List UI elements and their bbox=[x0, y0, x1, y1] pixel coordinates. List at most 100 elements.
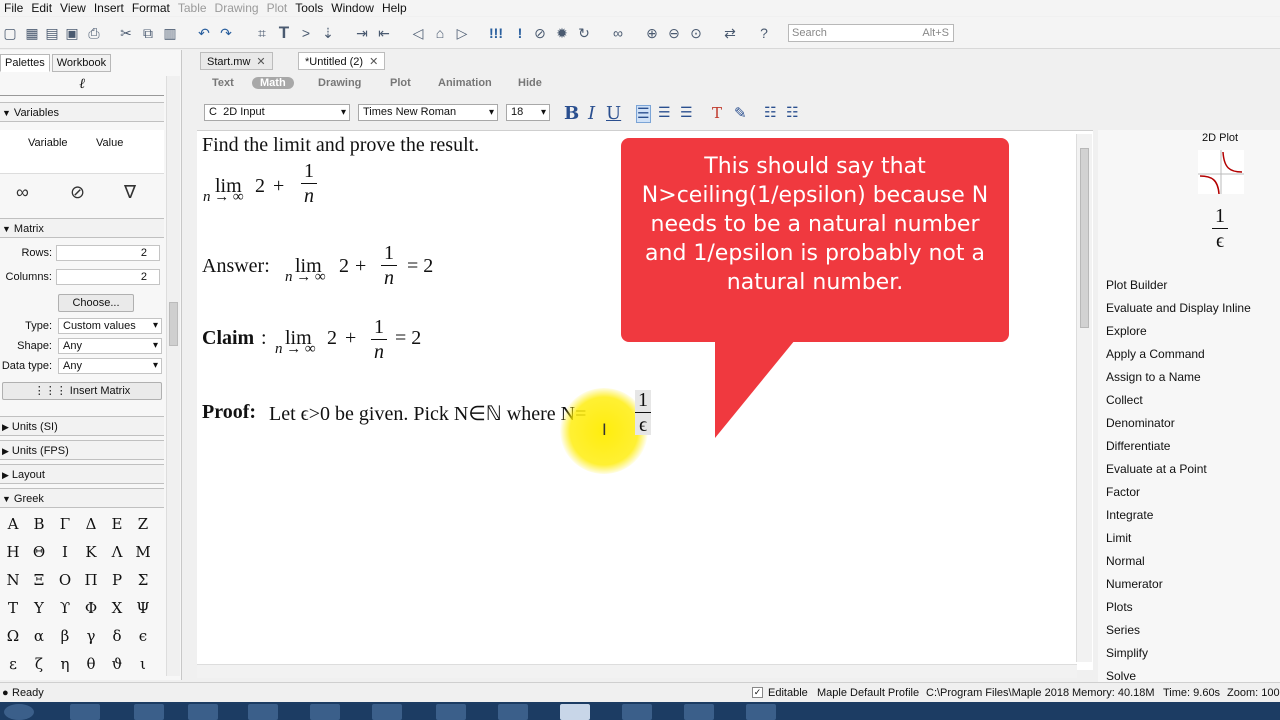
editable-checkbox[interactable]: ✓ bbox=[752, 687, 763, 698]
insert-text-icon[interactable]: T bbox=[276, 24, 292, 41]
greek-symbol-button[interactable]: θ bbox=[78, 655, 104, 673]
taskbar-folder-icon[interactable] bbox=[372, 704, 402, 720]
redo-icon[interactable]: ↷ bbox=[218, 25, 234, 41]
greek-symbol-button[interactable]: α bbox=[26, 627, 52, 645]
taskbar-app-icon[interactable] bbox=[134, 704, 164, 720]
restart-icon[interactable]: ↻ bbox=[576, 25, 592, 41]
context-menu-item[interactable]: Simplify bbox=[1106, 646, 1148, 660]
menu-edit[interactable]: Edit bbox=[27, 0, 56, 16]
greek-symbol-button[interactable]: Ξ bbox=[26, 571, 52, 589]
zoom-in-icon[interactable]: ⊕ bbox=[644, 25, 660, 41]
greek-symbol-button[interactable]: Φ bbox=[78, 599, 104, 617]
palette-header-units-fps[interactable]: ▶ Units (FPS) bbox=[0, 440, 164, 460]
greek-symbol-button[interactable]: Κ bbox=[78, 543, 104, 561]
italic-button[interactable]: I bbox=[588, 103, 595, 124]
fraction-1-over-epsilon[interactable]: 1ϵ bbox=[635, 390, 651, 435]
context-menu-item[interactable]: Assign to a Name bbox=[1106, 370, 1201, 384]
greek-symbol-button[interactable]: ζ bbox=[26, 655, 52, 673]
greek-symbol-button[interactable]: Η bbox=[0, 543, 26, 561]
mode-text[interactable]: Text bbox=[212, 77, 234, 89]
outdent-icon[interactable]: ⇤ bbox=[376, 25, 392, 41]
context-menu-item[interactable]: Normal bbox=[1106, 554, 1145, 568]
context-menu-item[interactable]: Denominator bbox=[1106, 416, 1175, 430]
context-menu-item[interactable]: Plot Builder bbox=[1106, 278, 1167, 292]
greek-symbol-button[interactable]: γ bbox=[78, 627, 104, 645]
context-menu-item[interactable]: Series bbox=[1106, 623, 1140, 637]
execute-all-icon[interactable]: !!! bbox=[488, 25, 504, 41]
back-icon[interactable]: ◁ bbox=[410, 25, 426, 41]
zoom-fit-icon[interactable]: ⊙ bbox=[688, 25, 704, 41]
context-menu-item[interactable]: Evaluate and Display Inline bbox=[1106, 301, 1251, 315]
align-right-icon[interactable]: ☰ bbox=[680, 105, 693, 121]
greek-symbol-button[interactable]: Ο bbox=[52, 571, 78, 589]
start-button-icon[interactable] bbox=[4, 704, 34, 720]
taskbar-ie-icon[interactable] bbox=[436, 704, 466, 720]
highlight-pen-icon[interactable]: ✎ bbox=[734, 104, 747, 122]
copy-icon[interactable]: ⧉ bbox=[140, 25, 156, 41]
infinity-glasses-icon[interactable]: ∞ bbox=[16, 182, 29, 203]
greek-symbol-button[interactable]: ϑ bbox=[104, 655, 130, 673]
context-menu-item[interactable]: Solve bbox=[1106, 669, 1136, 683]
context-menu-item[interactable]: Collect bbox=[1106, 393, 1143, 407]
tab-palettes[interactable]: Palettes bbox=[0, 54, 50, 72]
section-icon[interactable]: ⇣ bbox=[320, 25, 336, 41]
menu-format[interactable]: Format bbox=[128, 0, 174, 16]
greek-symbol-button[interactable]: Ω bbox=[0, 627, 26, 645]
document-scroll-thumb[interactable] bbox=[1080, 148, 1089, 328]
insert-matrix-button[interactable]: ⋮⋮⋮ Insert Matrix bbox=[2, 382, 162, 400]
paste-icon[interactable]: ▥ bbox=[162, 25, 178, 41]
greek-symbol-button[interactable]: Θ bbox=[26, 543, 52, 561]
save-icon[interactable]: ▣ bbox=[64, 25, 80, 41]
context-menu-item[interactable]: Evaluate at a Point bbox=[1106, 462, 1207, 476]
greek-symbol-button[interactable]: Ι bbox=[52, 543, 78, 561]
context-menu-item[interactable]: Integrate bbox=[1106, 508, 1153, 522]
close-icon[interactable]: ✕ bbox=[256, 56, 265, 68]
numbered-list-icon[interactable]: ☷ bbox=[786, 105, 799, 121]
greek-symbol-button[interactable]: Υ bbox=[26, 599, 52, 617]
tab-start-mw[interactable]: Start.mw ✕ bbox=[200, 52, 273, 70]
search-input[interactable]: Search Alt+S bbox=[788, 24, 954, 42]
zoom-out-icon[interactable]: ⊖ bbox=[666, 25, 682, 41]
menu-tools[interactable]: Tools bbox=[291, 0, 327, 16]
context-menu-item[interactable]: Apply a Command bbox=[1106, 347, 1205, 361]
home-icon[interactable]: ⌂ bbox=[432, 25, 448, 41]
bold-button[interactable]: B bbox=[564, 103, 579, 124]
context-menu-item[interactable]: Differentiate bbox=[1106, 439, 1170, 453]
mode-math[interactable]: Math bbox=[252, 77, 294, 89]
script-l-symbol[interactable]: ℓ bbox=[0, 76, 164, 96]
mode-drawing[interactable]: Drawing bbox=[318, 77, 361, 89]
stop-icon[interactable]: ⊘ bbox=[532, 25, 548, 41]
plot-preview-thumbnail[interactable] bbox=[1198, 150, 1244, 194]
mode-plot[interactable]: Plot bbox=[390, 77, 411, 89]
taskbar-app-icon[interactable] bbox=[498, 704, 528, 720]
bullet-list-icon[interactable]: ☷ bbox=[764, 105, 777, 121]
greek-symbol-button[interactable]: Ε bbox=[104, 515, 130, 533]
insert-math-icon[interactable]: ⌗ bbox=[254, 25, 270, 41]
menu-window[interactable]: Window bbox=[327, 0, 378, 16]
cut-icon[interactable]: ✂ bbox=[118, 25, 134, 41]
close-icon[interactable]: ✕ bbox=[369, 56, 378, 68]
datatype-select[interactable]: Any bbox=[58, 358, 162, 374]
undo-icon[interactable]: ↶ bbox=[196, 25, 212, 41]
help-icon[interactable]: ? bbox=[756, 25, 772, 41]
columns-stepper[interactable]: 2 bbox=[56, 269, 160, 285]
greek-symbol-button[interactable]: Γ bbox=[52, 515, 78, 533]
execute-icon[interactable]: ! bbox=[512, 25, 528, 41]
palette-header-variables[interactable]: ▼ Variables bbox=[0, 102, 164, 122]
context-menu-item[interactable]: Plots bbox=[1106, 600, 1133, 614]
greek-symbol-button[interactable]: ι bbox=[130, 655, 156, 673]
greek-symbol-button[interactable]: Π bbox=[78, 571, 104, 589]
mode-hide[interactable]: Hide bbox=[518, 77, 542, 89]
greek-symbol-button[interactable]: ϒ bbox=[52, 599, 78, 617]
rows-stepper[interactable]: 2 bbox=[56, 245, 160, 261]
font-size-select[interactable]: 18 bbox=[506, 104, 550, 121]
font-select[interactable]: Times New Roman bbox=[358, 104, 498, 121]
tab-untitled-2[interactable]: *Untitled (2) ✕ bbox=[298, 52, 386, 70]
link-icon[interactable]: ∞ bbox=[610, 25, 626, 41]
palette-header-greek[interactable]: ▼ Greek bbox=[0, 488, 164, 508]
greek-symbol-button[interactable]: Μ bbox=[130, 543, 156, 561]
greek-symbol-button[interactable]: Δ bbox=[78, 515, 104, 533]
forward-icon[interactable]: ▷ bbox=[454, 25, 470, 41]
mode-animation[interactable]: Animation bbox=[438, 77, 492, 89]
document-horizontal-scrollbar[interactable] bbox=[197, 664, 1077, 678]
